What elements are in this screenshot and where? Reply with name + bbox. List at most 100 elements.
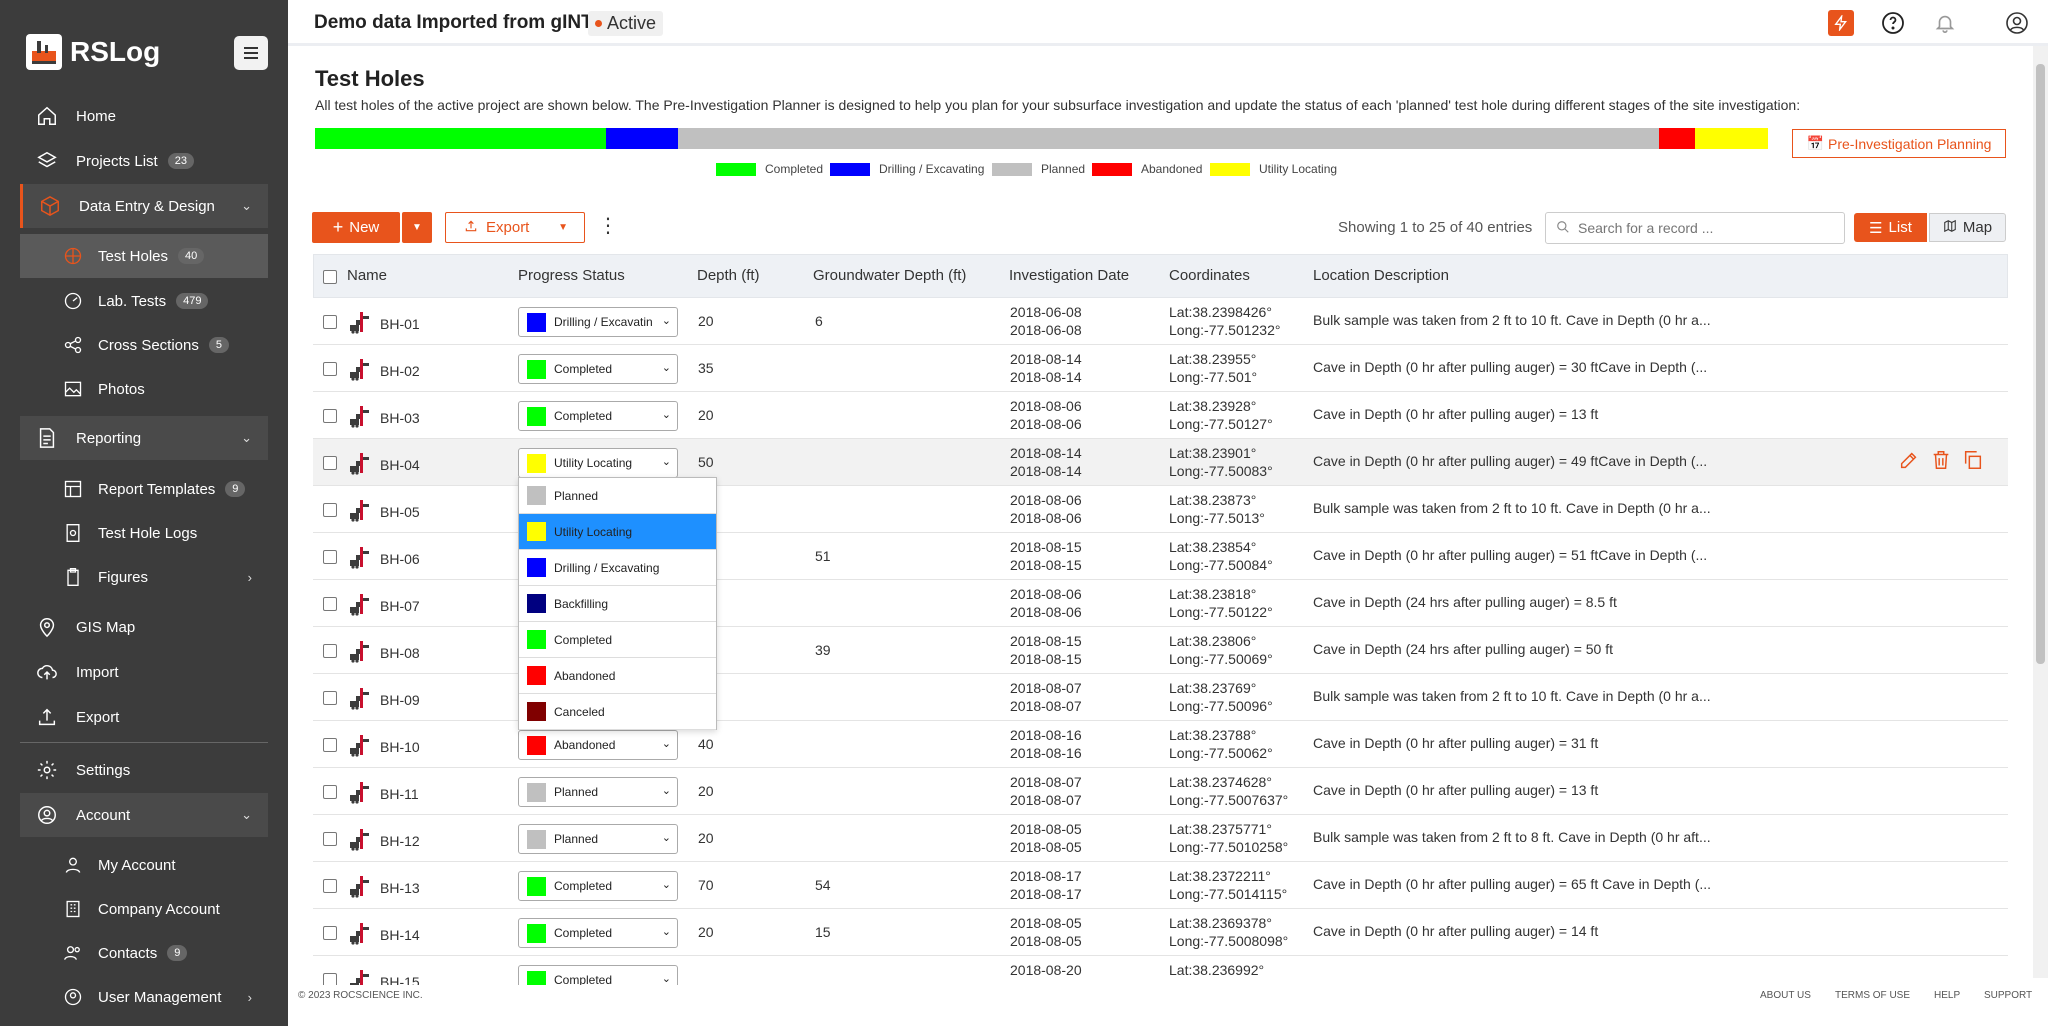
row-checkbox[interactable] xyxy=(323,456,337,470)
pre-investigation-planning-button[interactable]: 📅 Pre-Investigation Planning xyxy=(1792,129,2006,158)
footer-link-terms[interactable]: TERMS OF USE xyxy=(1835,990,1910,1001)
progress-status-select[interactable]: Completed ⌄ xyxy=(518,871,678,901)
test-hole-name[interactable]: BH-04 xyxy=(348,451,420,478)
progress-status-select[interactable]: Abandoned ⌄ xyxy=(518,730,678,760)
vertical-scrollbar[interactable] xyxy=(2033,46,2048,978)
test-hole-name[interactable]: BH-12 xyxy=(348,827,420,854)
progress-status-select[interactable]: Utility Locating ⌄ xyxy=(518,448,678,478)
user-avatar-icon[interactable] xyxy=(2004,10,2030,36)
help-icon[interactable] xyxy=(1880,10,1906,36)
search-box[interactable] xyxy=(1545,212,1845,244)
column-depth[interactable]: Depth (ft) xyxy=(697,267,760,284)
bell-icon[interactable] xyxy=(1932,10,1958,36)
nav-report-templates[interactable]: Report Templates 9 xyxy=(20,467,268,511)
map-view-button[interactable]: Map xyxy=(1929,213,2006,242)
nav-projects-list[interactable]: Projects List 23 xyxy=(20,139,268,183)
nav-home[interactable]: Home xyxy=(20,94,268,138)
menu-toggle-button[interactable] xyxy=(234,36,268,70)
progress-status-select[interactable]: Planned ⌄ xyxy=(518,777,678,807)
nav-company-account[interactable]: Company Account xyxy=(20,887,268,931)
nav-my-account[interactable]: My Account xyxy=(20,843,268,887)
column-progress-status[interactable]: Progress Status xyxy=(518,267,625,284)
lightning-icon[interactable] xyxy=(1828,10,1854,36)
scrollbar-thumb[interactable] xyxy=(2036,64,2045,664)
list-view-button[interactable]: ☰ List xyxy=(1854,213,1927,242)
test-hole-name[interactable]: BH-07 xyxy=(348,592,420,619)
app-logo[interactable]: RSLog xyxy=(26,34,160,70)
test-hole-name[interactable]: BH-10 xyxy=(348,733,420,760)
nav-figures[interactable]: Figures › xyxy=(20,555,268,599)
row-checkbox[interactable] xyxy=(323,644,337,658)
row-checkbox[interactable] xyxy=(323,503,337,517)
column-coordinates[interactable]: Coordinates xyxy=(1169,267,1250,284)
test-hole-name[interactable]: BH-01 xyxy=(348,310,420,337)
test-hole-name[interactable]: BH-03 xyxy=(348,404,420,431)
table-row[interactable]: BH-12 Planned ⌄ 20 2018-08-05 2018-08-05 Lat:3… xyxy=(313,815,2008,862)
table-row[interactable]: BH-02 Completed ⌄ 35 2018-08-14 2018-08-14 Lat… xyxy=(313,345,2008,392)
row-checkbox[interactable] xyxy=(323,738,337,752)
progress-status-select[interactable]: Completed ⌄ xyxy=(518,918,678,948)
table-row[interactable]: BH-14 Completed ⌄ 20 15 2018-08-05 2018-08-05 L… xyxy=(313,909,2008,956)
new-dropdown-button[interactable]: ▼ xyxy=(402,212,432,243)
column-investigation-date[interactable]: Investigation Date xyxy=(1009,267,1129,284)
nav-settings[interactable]: Settings xyxy=(20,748,268,792)
footer-link-about[interactable]: ABOUT US xyxy=(1760,990,1811,1001)
row-checkbox[interactable] xyxy=(323,785,337,799)
status-option[interactable]: Planned xyxy=(519,478,716,514)
status-option[interactable]: Completed xyxy=(519,622,716,658)
test-hole-name[interactable]: BH-06 xyxy=(348,545,420,572)
copy-icon[interactable] xyxy=(1962,449,1984,474)
footer-link-help[interactable]: HELP xyxy=(1934,990,1960,1001)
table-row[interactable]: BH-13 Completed ⌄ 70 54 2018-08-17 2018-08-17 L… xyxy=(313,862,2008,909)
test-hole-name[interactable]: BH-02 xyxy=(348,357,420,384)
column-location-description[interactable]: Location Description xyxy=(1313,267,1449,284)
trash-icon[interactable] xyxy=(1930,449,1952,474)
column-name[interactable]: Name xyxy=(347,267,387,284)
more-options-icon[interactable]: ⋮ xyxy=(598,216,618,236)
progress-status-select[interactable]: Completed ⌄ xyxy=(518,401,678,431)
nav-test-hole-logs[interactable]: Test Hole Logs xyxy=(20,511,268,555)
table-row[interactable]: BH-11 Planned ⌄ 20 2018-08-07 2018-08-07 Lat:3… xyxy=(313,768,2008,815)
test-hole-name[interactable]: BH-08 xyxy=(348,639,420,666)
row-checkbox[interactable] xyxy=(323,550,337,564)
status-option[interactable]: Drilling / Excavating xyxy=(519,550,716,586)
nav-test-holes[interactable]: Test Holes 40 xyxy=(20,234,268,278)
row-checkbox[interactable] xyxy=(323,926,337,940)
progress-status-select[interactable]: Planned ⌄ xyxy=(518,824,678,854)
nav-user-management[interactable]: User Management › xyxy=(20,975,268,1019)
edit-icon[interactable] xyxy=(1898,449,1920,474)
status-option[interactable]: Canceled xyxy=(519,694,716,730)
nav-gis-map[interactable]: GIS Map xyxy=(20,605,268,649)
row-checkbox[interactable] xyxy=(323,409,337,423)
status-option[interactable]: Abandoned xyxy=(519,658,716,694)
nav-export[interactable]: Export xyxy=(20,695,268,739)
row-checkbox[interactable] xyxy=(323,315,337,329)
column-groundwater-depth[interactable]: Groundwater Depth (ft) xyxy=(813,267,966,284)
row-checkbox[interactable] xyxy=(323,879,337,893)
select-all-checkbox[interactable] xyxy=(323,270,337,284)
nav-data-entry-design[interactable]: Data Entry & Design ⌄ xyxy=(20,184,268,228)
row-checkbox[interactable] xyxy=(323,832,337,846)
table-row[interactable]: BH-03 Completed ⌄ 20 2018-08-06 2018-08-06 Lat… xyxy=(313,392,2008,439)
nav-reporting[interactable]: Reporting ⌄ xyxy=(20,416,268,460)
nav-lab-tests[interactable]: Lab. Tests 479 xyxy=(20,279,268,323)
new-button[interactable]: + New xyxy=(312,212,400,243)
nav-account[interactable]: Account ⌄ xyxy=(20,793,268,837)
test-hole-name[interactable]: BH-14 xyxy=(348,921,420,948)
row-checkbox[interactable] xyxy=(323,597,337,611)
progress-status-select[interactable]: Completed ⌄ xyxy=(518,354,678,384)
nav-cross-sections[interactable]: Cross Sections 5 xyxy=(20,323,268,367)
nav-import[interactable]: Import xyxy=(20,650,268,694)
footer-link-support[interactable]: SUPPORT xyxy=(1984,990,2032,1001)
search-input[interactable] xyxy=(1578,220,1818,236)
test-hole-name[interactable]: BH-05 xyxy=(348,498,420,525)
test-hole-name[interactable]: BH-13 xyxy=(348,874,420,901)
status-option[interactable]: Backfilling xyxy=(519,586,716,622)
status-option[interactable]: Utility Locating xyxy=(519,514,716,550)
nav-contacts[interactable]: Contacts 9 xyxy=(20,931,268,975)
row-checkbox[interactable] xyxy=(323,362,337,376)
progress-status-select[interactable]: Drilling / Excavatin ⌄ xyxy=(518,307,678,337)
export-button[interactable]: Export ▼ xyxy=(445,212,585,243)
nav-photos[interactable]: Photos xyxy=(20,367,268,411)
test-hole-name[interactable]: BH-11 xyxy=(348,780,419,807)
